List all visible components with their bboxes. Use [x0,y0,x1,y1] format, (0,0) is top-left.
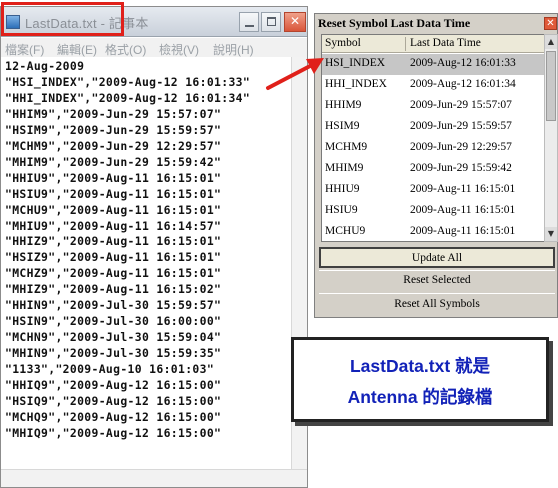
text-line: "HHIM9","2009-Jun-29 15:57:07" [5,106,222,121]
annotation-line-1: LastData.txt 就是 [349,356,491,376]
close-icon: ✕ [289,14,301,28]
reset-selected-button[interactable]: Reset Selected [319,270,555,291]
column-header-last-data-time[interactable]: Last Data Time [410,37,481,49]
menu-help[interactable]: 說明(H) [213,41,254,58]
row-symbol: HHIM9 [325,99,362,111]
text-line: "HSIN9","2009-Jul-30 16:00:00" [5,314,222,329]
text-line: "MHIQ9","2009-Aug-12 16:15:00" [5,425,222,440]
row-symbol: HSIM9 [325,120,360,132]
symbol-list[interactable]: Symbol Last Data Time HSI_INDEX 2009-Aug-… [321,34,545,242]
annotation-line-2: Antenna 的記錄檔 [347,387,493,407]
text-line: "MCHQ9","2009-Aug-12 16:15:00" [5,409,222,424]
annotation-callout: LastData.txt 就是 Antenna 的記錄檔 [291,337,549,422]
list-row[interactable]: HSI_INDEX 2009-Aug-12 16:01:33 [322,54,544,75]
list-row[interactable]: HHI_INDEX 2009-Aug-12 16:01:34 [322,75,544,96]
row-symbol: MCHM9 [325,141,368,153]
text-line: 12-Aug-2009 [5,59,85,73]
dialog-title: Reset Symbol Last Data Time [318,16,471,30]
text-line: "MCHU9","2009-Aug-11 16:15:01" [5,202,222,217]
text-line: "MHIM9","2009-Jun-29 15:59:42" [5,154,222,169]
menu-edit[interactable]: 編輯(E) [57,41,97,58]
text-line: "HSI_INDEX","2009-Aug-12 16:01:33" [5,74,251,89]
list-row[interactable]: HSIU9 2009-Aug-11 16:15:01 [322,201,544,222]
row-symbol: MHIM9 [325,162,364,174]
text-line: "HSIM9","2009-Jun-29 15:59:57" [5,122,222,137]
column-header-symbol[interactable]: Symbol [325,37,361,49]
text-line: "HHIQ9","2009-Aug-12 16:15:00" [5,378,222,392]
menu-format[interactable]: 格式(O) [105,41,146,58]
list-header: Symbol Last Data Time [322,35,544,53]
notepad-text-area[interactable]: 12-Aug-2009 "HSI_INDEX","2009-Aug-12 16:0… [1,57,291,469]
text-line: "HHIZ9","2009-Aug-11 16:15:01" [5,234,222,249]
list-row[interactable]: MCHM9 2009-Jun-29 12:29:57 [322,138,544,159]
row-symbol: HHI_INDEX [325,78,387,90]
text-line: "1133","2009-Aug-10 16:01:03" [5,362,215,377]
close-button[interactable]: ✕ [284,12,306,32]
row-symbol: HSIU9 [325,204,358,216]
text-line: "MHIZ9","2009-Aug-11 16:15:02" [5,282,222,297]
row-last-data-time: 2009-Aug-12 16:01:33 [410,57,516,69]
row-last-data-time: 2009-Aug-11 16:15:01 [410,225,516,237]
list-row[interactable]: HHIM9 2009-Jun-29 15:57:07 [322,96,544,117]
menu-view[interactable]: 檢視(V) [159,41,199,58]
text-line: "HSIQ9","2009-Aug-12 16:15:00" [5,393,222,408]
maximize-icon [267,17,276,26]
row-last-data-time: 2009-Jun-29 15:57:07 [410,99,512,111]
row-last-data-time: 2009-Aug-12 16:01:34 [410,78,516,90]
text-line: "MCHN9","2009-Jul-30 15:59:04" [5,330,222,345]
row-last-data-time: 2009-Jun-29 15:59:57 [410,120,512,132]
list-row[interactable]: HSIM9 2009-Jun-29 15:59:57 [322,117,544,138]
row-last-data-time: 2009-Jun-29 15:59:42 [410,162,512,174]
maximize-button[interactable] [261,12,281,32]
title-highlight-box [1,2,124,36]
text-line: "MCHZ9","2009-Aug-11 16:15:01" [5,266,222,281]
red-arrow-icon [266,58,324,90]
reset-all-symbols-button[interactable]: Reset All Symbols [319,293,555,315]
menu-file[interactable]: 檔案(F) [5,41,44,58]
close-icon: ✕ [546,18,555,29]
scroll-thumb[interactable] [546,51,556,121]
text-line: "MHIU9","2009-Aug-11 16:14:57" [5,218,222,233]
update-all-button[interactable]: Update All [319,247,555,268]
scroll-up-icon[interactable]: ▲ [545,35,557,49]
minimize-icon [245,25,254,27]
reset-symbol-dialog: Reset Symbol Last Data Time ✕ Symbol Las… [314,13,558,318]
list-row[interactable]: MHIM9 2009-Jun-29 15:59:42 [322,159,544,180]
text-line: "HHIU9","2009-Aug-11 16:15:01" [5,170,222,185]
row-symbol: HSI_INDEX [325,57,386,69]
column-divider[interactable] [405,37,406,51]
text-line: "HHIN9","2009-Jul-30 15:59:57" [5,298,222,313]
notepad-window: LastData.txt - 記事本 ✕ 檔案(F) 編輯(E) 格式(O) 檢… [0,6,308,488]
minimize-button[interactable] [239,12,259,32]
dialog-titlebar[interactable]: Reset Symbol Last Data Time ✕ [315,14,557,32]
scroll-down-icon[interactable]: ▼ [545,227,557,241]
dialog-close-button[interactable]: ✕ [544,17,557,30]
notepad-horizontal-scrollbar[interactable] [1,469,307,487]
notepad-menubar: 檔案(F) 編輯(E) 格式(O) 檢視(V) 說明(H) [1,38,307,57]
row-last-data-time: 2009-Aug-11 16:15:01 [410,204,516,216]
row-symbol: MCHU9 [325,225,366,237]
list-row[interactable]: MCHU9 2009-Aug-11 16:15:01 [322,222,544,241]
text-line: "HSIU9","2009-Aug-11 16:15:01" [5,186,222,201]
list-row[interactable]: HHIU9 2009-Aug-11 16:15:01 [322,180,544,201]
text-line: "MHIN9","2009-Jul-30 15:59:35" [5,346,222,361]
text-line: "HSIZ9","2009-Aug-11 16:15:01" [5,250,222,265]
list-scrollbar[interactable]: ▲ ▼ [544,34,558,242]
row-symbol: HHIU9 [325,183,360,195]
text-line: "MCHM9","2009-Jun-29 12:29:57" [5,138,222,153]
text-line: "HHI_INDEX","2009-Aug-12 16:01:34" [5,90,251,105]
row-last-data-time: 2009-Aug-11 16:15:01 [410,183,516,195]
row-last-data-time: 2009-Jun-29 12:29:57 [410,141,512,153]
